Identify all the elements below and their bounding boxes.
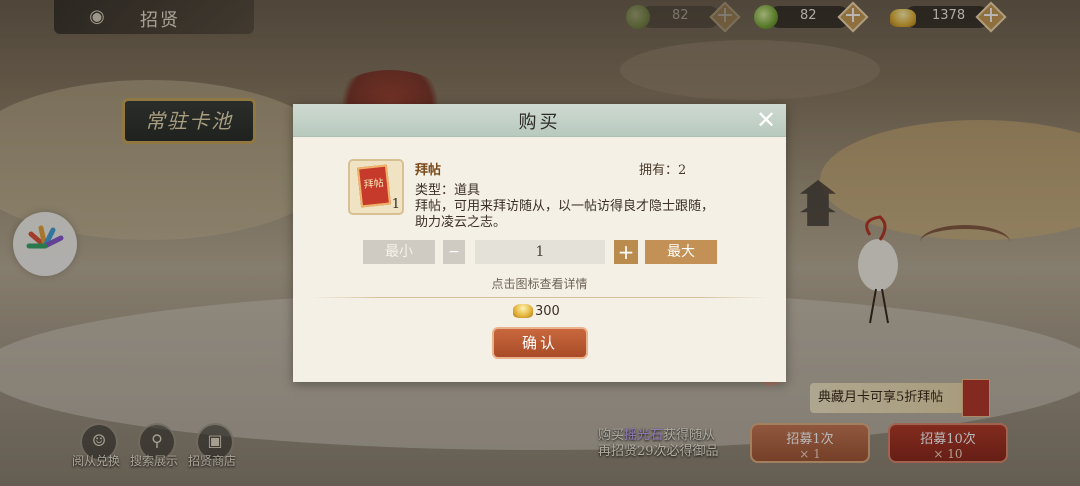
max-quantity-button[interactable]: 最大 bbox=[645, 240, 717, 264]
dialog-header: 购买 ✕ bbox=[293, 104, 786, 137]
item-stack-count: 1 bbox=[391, 197, 400, 212]
min-quantity-button[interactable]: 最小 bbox=[363, 240, 435, 264]
gold-ingot-icon bbox=[513, 304, 533, 318]
purchase-dialog: 购买 ✕ 拜帖 1 拜帖 拥有：2 类型：道具 拜帖，可用来拜访随从，以一帖访得… bbox=[293, 104, 786, 382]
confirm-button[interactable]: 确认 bbox=[492, 327, 588, 359]
decrease-quantity-button[interactable]: − bbox=[443, 240, 465, 264]
item-description: 拜帖，可用来拜访随从，以一帖访得良才隐士跟随，助力凌云之志。 bbox=[415, 199, 715, 230]
item-type: 类型：道具 bbox=[415, 183, 481, 198]
dialog-title: 购买 bbox=[518, 112, 561, 133]
increase-quantity-button[interactable]: + bbox=[614, 240, 638, 264]
divider bbox=[311, 297, 768, 298]
item-owned-count: 拥有：2 bbox=[639, 163, 687, 178]
detail-hint: 点击图标查看详情 bbox=[491, 277, 588, 291]
item-name: 拜帖 bbox=[415, 163, 442, 178]
price-value: 300 bbox=[535, 304, 560, 319]
quantity-input[interactable]: 1 bbox=[475, 240, 605, 264]
item-icon[interactable]: 拜帖 1 bbox=[348, 159, 404, 215]
invitation-book-icon: 拜帖 bbox=[356, 164, 392, 208]
close-icon[interactable]: ✕ bbox=[754, 108, 778, 132]
